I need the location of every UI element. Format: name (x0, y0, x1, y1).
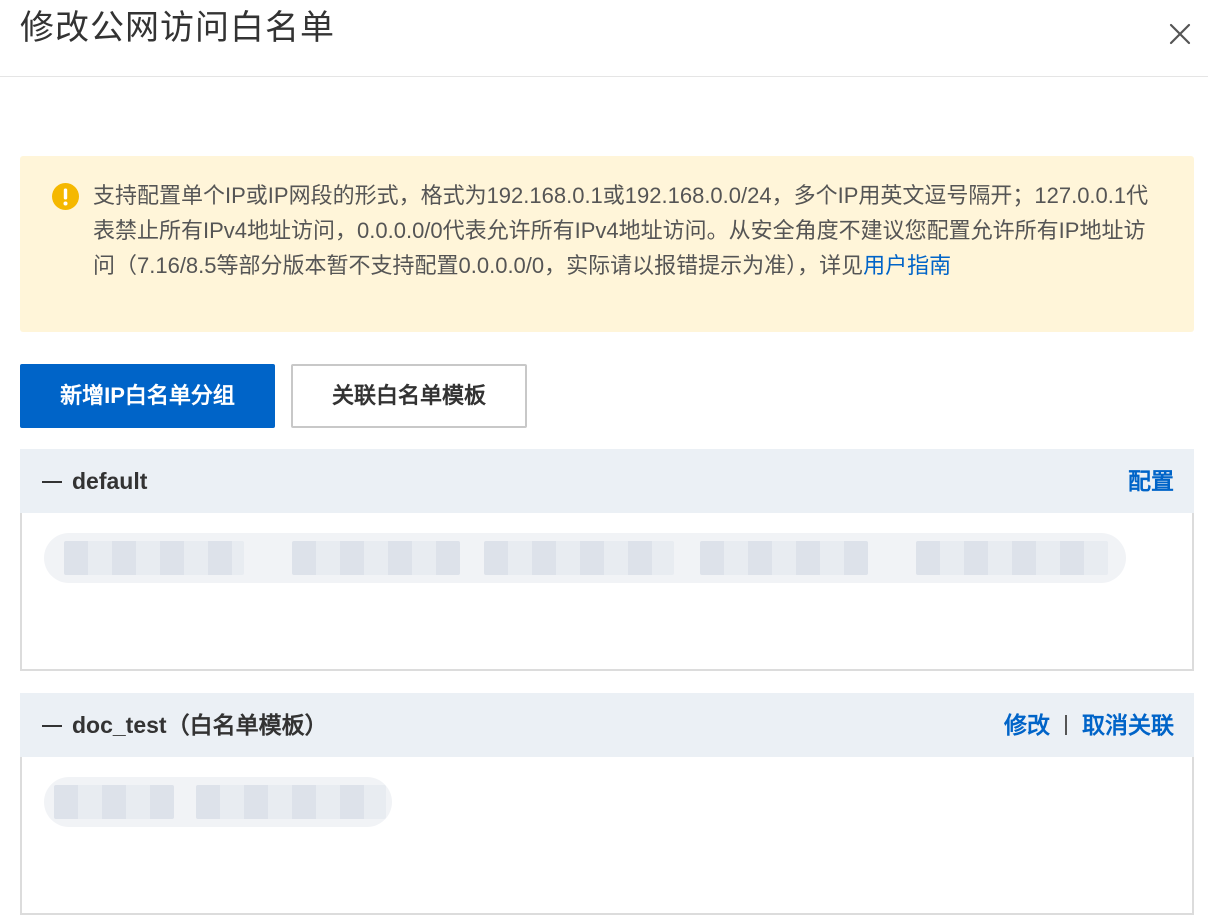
ip-chip (64, 541, 244, 575)
action-divider (1065, 715, 1067, 735)
group-name: doc_test（白名单模板） (72, 712, 328, 738)
close-icon (1169, 23, 1191, 45)
whitelist-group-default: default 配置 (20, 449, 1194, 671)
ip-chip (196, 785, 386, 819)
unlink-link[interactable]: 取消关联 (1082, 712, 1174, 738)
add-ip-group-button[interactable]: 新增IP白名单分组 (20, 364, 275, 428)
whitelist-group-doc-test: doc_test（白名单模板） 修改 取消关联 (20, 693, 1194, 915)
notice-message: 支持配置单个IP或IP网段的形式，格式为192.168.0.1或192.168.… (93, 183, 1149, 278)
dialog-header: 修改公网访问白名单 (0, 0, 1208, 77)
group-actions: 配置 (1128, 449, 1174, 513)
ip-chip (916, 541, 1108, 575)
group-ip-list (20, 513, 1194, 671)
ip-chip (700, 541, 868, 575)
ip-chip (484, 541, 674, 575)
group-actions: 修改 取消关联 (1004, 693, 1174, 757)
link-template-button[interactable]: 关联白名单模板 (291, 364, 527, 428)
modify-link[interactable]: 修改 (1004, 712, 1050, 738)
group-header: doc_test（白名单模板） 修改 取消关联 (20, 693, 1194, 757)
close-button[interactable] (1162, 16, 1198, 52)
dialog-title: 修改公网访问白名单 (20, 9, 335, 47)
user-guide-link[interactable]: 用户指南 (863, 253, 951, 278)
notice-banner: 支持配置单个IP或IP网段的形式，格式为192.168.0.1或192.168.… (20, 156, 1194, 332)
configure-link[interactable]: 配置 (1128, 468, 1174, 494)
group-header: default 配置 (20, 449, 1194, 513)
collapse-icon[interactable] (42, 725, 62, 727)
group-ip-list (20, 757, 1194, 915)
collapse-icon[interactable] (42, 481, 62, 483)
notice-text: 支持配置单个IP或IP网段的形式，格式为192.168.0.1或192.168.… (93, 178, 1164, 283)
ip-list-row (44, 777, 392, 827)
ip-list-row (44, 533, 1126, 583)
ip-chip (292, 541, 460, 575)
group-name: default (72, 468, 148, 494)
ip-chip (54, 785, 174, 819)
warning-icon (52, 183, 79, 210)
